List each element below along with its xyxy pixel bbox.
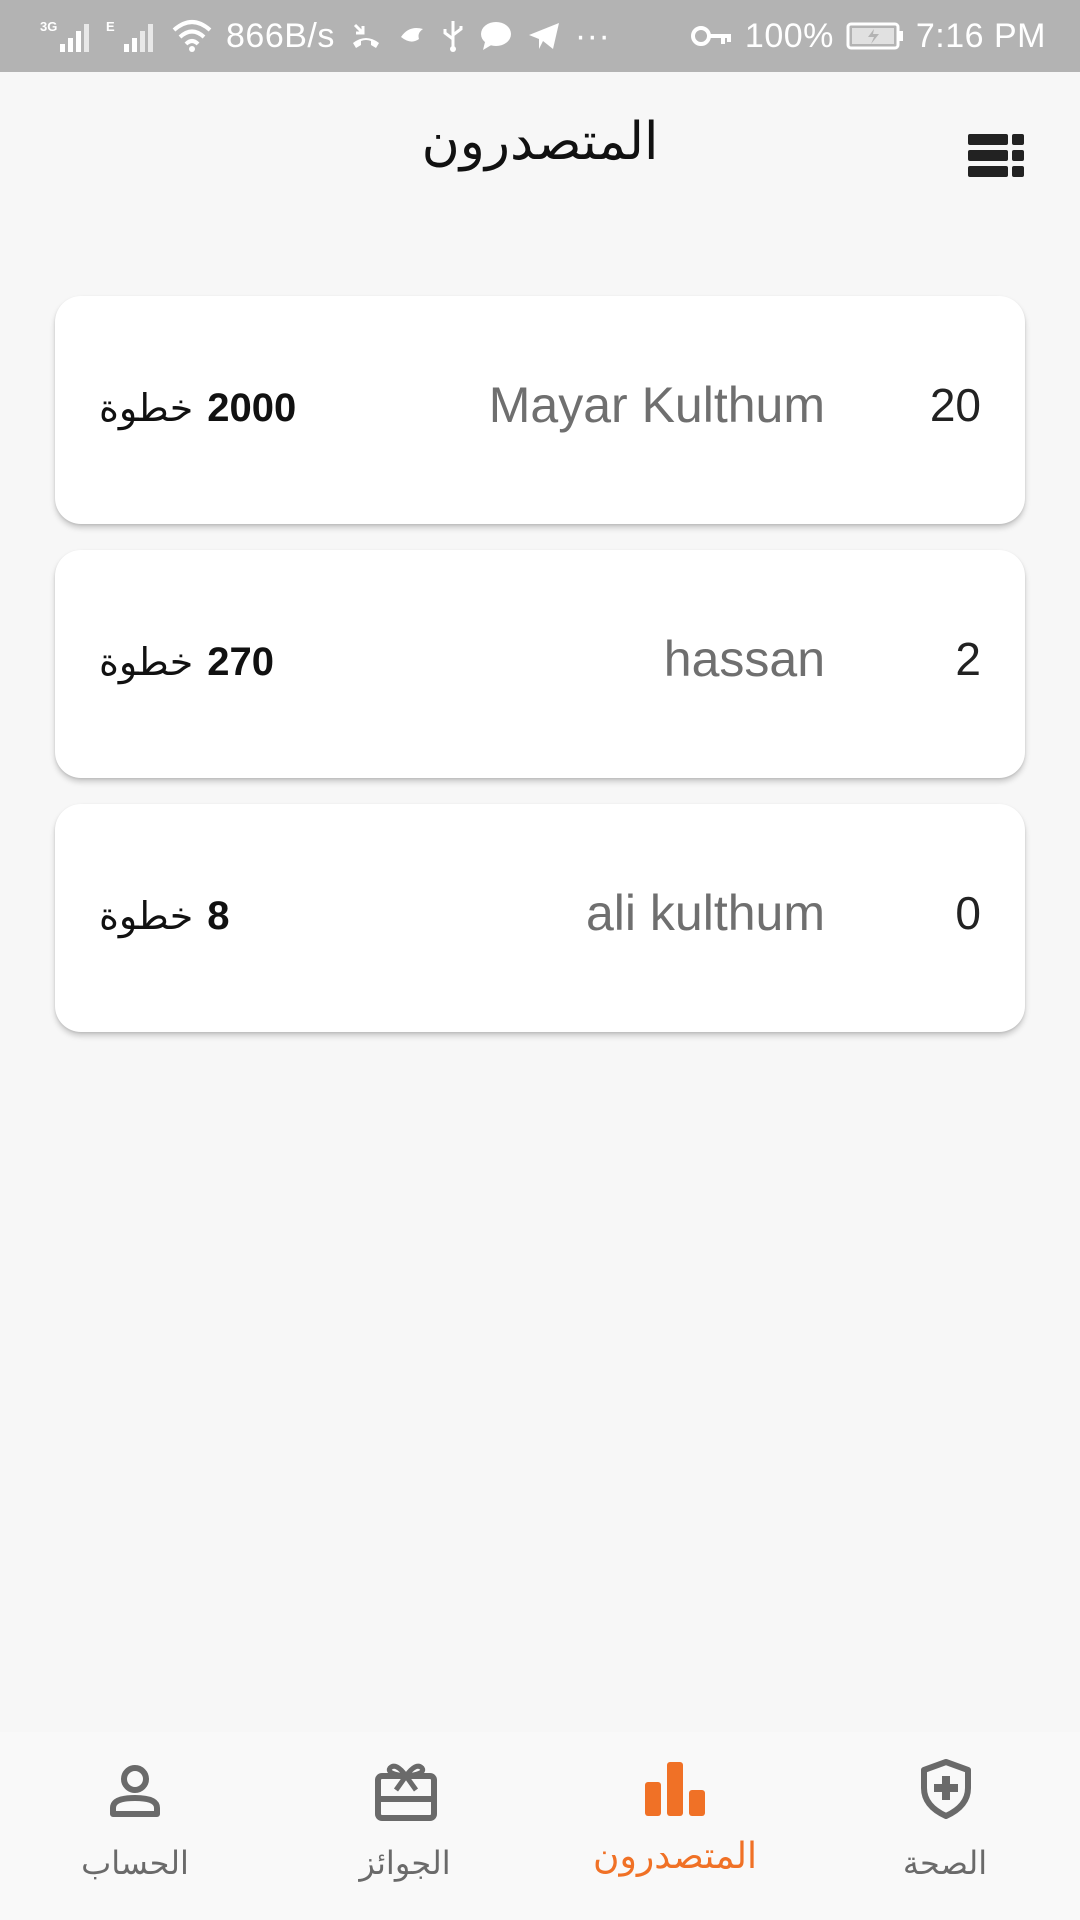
nav-label-rewards: الجوائز [359, 1844, 451, 1882]
shield-plus-icon [918, 1758, 974, 1820]
nav-tab-health[interactable]: الصحة [810, 1732, 1080, 1920]
wifi-icon [172, 18, 212, 54]
steps-count: 2000 خطوة [99, 382, 296, 434]
user-rank: 20 [929, 379, 981, 431]
network-speed: 866B/s [226, 16, 335, 55]
chat-bubble-icon [479, 20, 513, 52]
svg-text:3G: 3G [40, 19, 57, 34]
vpn-key-icon [690, 24, 733, 48]
status-bar-right: 100% 7:16 PM [690, 0, 1046, 72]
leaderboard-card[interactable]: 270 خطوة hassan 2 [55, 550, 1025, 778]
battery-percent: 100% [744, 16, 834, 55]
svg-text:E: E [106, 19, 115, 34]
steps-count: 270 خطوة [99, 636, 274, 688]
nav-label-account: الحساب [81, 1844, 189, 1882]
nav-label-health: الصحة [902, 1844, 988, 1882]
app-header: المتصدرون [0, 72, 1080, 232]
person-icon [105, 1762, 165, 1822]
steps-unit: خطوة [99, 894, 194, 938]
battery-charging-icon [846, 21, 904, 51]
bird-icon [397, 21, 427, 51]
steps-value: 270 [207, 639, 274, 684]
steps-unit: خطوة [99, 640, 194, 684]
signal-e-icon: E [106, 18, 158, 54]
user-name: Mayar Kulthum [488, 377, 825, 433]
page-title: المتصدرون [421, 112, 659, 172]
leaderboard-icon [643, 1762, 707, 1818]
signal-3g-icon: 3G [40, 18, 92, 54]
nav-tab-leaderboard[interactable]: المتصدرون [540, 1732, 810, 1920]
user-name: hassan [663, 631, 825, 687]
steps-value: 2000 [207, 385, 297, 430]
nav-label-leaderboard: المتصدرون [593, 1836, 757, 1877]
missed-call-icon [349, 19, 383, 53]
view-list-icon[interactable] [968, 132, 1024, 180]
nav-tab-account[interactable]: الحساب [0, 1732, 270, 1920]
clock: 7:16 PM [915, 16, 1046, 55]
bottom-navigation: الحساب الجوائز المتصدرون الصحة [0, 1732, 1080, 1920]
steps-value: 8 [207, 893, 230, 938]
usb-icon [441, 19, 465, 53]
user-rank: 2 [955, 633, 981, 685]
nav-tab-rewards[interactable]: الجوائز [270, 1732, 540, 1920]
steps-count: 8 خطوة [99, 890, 229, 942]
leaderboard-card[interactable]: 2000 خطوة Mayar Kulthum 20 [55, 296, 1025, 524]
telegram-icon [527, 21, 561, 51]
status-bar-left: 3G E 866B/s ··· [40, 0, 610, 72]
user-rank: 0 [955, 887, 981, 939]
steps-unit: خطوة [99, 386, 194, 430]
more-notifications: ··· [574, 16, 611, 55]
gift-card-icon [374, 1760, 438, 1822]
leaderboard-list: 2000 خطوة Mayar Kulthum 20 270 خطوة hass… [55, 296, 1025, 1058]
status-bar: 3G E 866B/s ··· 100% 7:16 PM [0, 0, 1080, 72]
leaderboard-card[interactable]: 8 خطوة ali kulthum 0 [55, 804, 1025, 1032]
user-name: ali kulthum [586, 885, 825, 941]
